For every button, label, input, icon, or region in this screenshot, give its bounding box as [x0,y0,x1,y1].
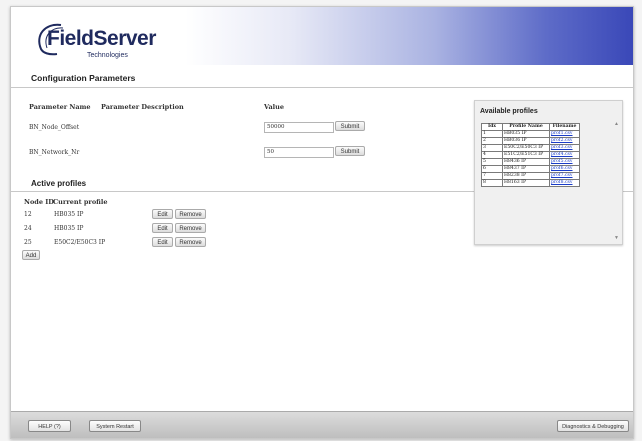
config-divider [11,87,633,88]
table-row: 3 E50C2/E50C3 IP prof3.csv [481,144,580,152]
filename-link[interactable]: prof6.csv [549,165,580,173]
idx-cell: 7 [481,172,503,180]
current-profile: HB035 IP [54,225,84,232]
add-button[interactable]: Add [22,250,40,260]
current-profile: E50C2/E50C3 IP [54,239,106,246]
node-id: 24 [24,225,32,232]
param-description-header: Parameter Description [101,103,184,111]
filename-link[interactable]: prof2.csv [549,137,580,145]
table-row: 2 HB036 IP prof2.csv [481,137,580,145]
profile-name-cell: HB036 IP [502,137,550,145]
submit-button[interactable]: Submit [335,121,365,131]
active-profiles-title: Active profiles [31,179,87,188]
profile-name-cell: E50C2/E50C3 IP [502,144,550,152]
logo-name: FieldServer [47,27,156,50]
param-value-input[interactable]: 50000 [264,122,334,133]
idx-cell: 4 [481,151,503,159]
header-banner: FieldServer Technologies [11,7,633,65]
filename-link[interactable]: prof5.csv [549,158,580,166]
param-name: BN_Network_Nr [29,149,80,156]
edit-button[interactable]: Edit [152,223,173,233]
profile-name-cell: H8163 IP [502,179,550,187]
idx-cell: 1 [481,130,503,138]
footer-bar: HELP (?) System Restart Diagnostics & De… [11,411,633,438]
scroll-up-icon[interactable]: ▲ [614,121,619,127]
param-value-input[interactable]: 50 [264,147,334,158]
available-profiles-panel: Available profiles ▲ ▼ Idx Profile Name … [474,100,623,245]
profile-name-cell: H8436 IP [502,158,550,166]
edit-button[interactable]: Edit [152,209,173,219]
param-name-header: Parameter Name [29,103,91,111]
param-name: BN_Node_Offset [29,124,80,131]
idx-cell: 2 [481,137,503,145]
table-row: 6 H8437 IP prof6.csv [481,165,580,173]
available-profiles-table: Idx Profile Name Filename 1 HB035 IP pro… [481,123,580,187]
table-row: 8 H8163 IP prof8.csv [481,179,580,187]
profile-name-header: Profile Name [502,123,550,131]
table-header-row: Idx Profile Name Filename [481,123,580,131]
idx-header: Idx [481,123,503,131]
value-header: Value [264,103,284,111]
remove-button[interactable]: Remove [175,209,206,219]
idx-cell: 6 [481,165,503,173]
current-profile-header: Current profile [53,198,108,206]
logo-tagline: Technologies [87,52,128,59]
node-id-header: Node ID [24,198,54,206]
table-row: 7 H8238 IP prof7.csv [481,172,580,180]
remove-button[interactable]: Remove [175,237,206,247]
scroll-down-icon[interactable]: ▼ [614,235,619,241]
filename-header: Filename [549,123,580,131]
help-button[interactable]: HELP (?) [28,420,71,432]
table-row: 1 HB035 IP prof1.csv [481,130,580,138]
submit-button[interactable]: Submit [335,146,365,156]
diagnostics-button[interactable]: Diagnostics & Debugging [557,420,629,432]
config-title: Configuration Parameters [31,73,136,83]
idx-cell: 8 [481,179,503,187]
node-id: 25 [24,239,32,246]
current-profile: HB035 IP [54,211,84,218]
idx-cell: 3 [481,144,503,152]
filename-link[interactable]: prof7.csv [549,172,580,180]
available-profiles-title: Available profiles [480,108,538,115]
filename-link[interactable]: prof4.csv [549,151,580,159]
filename-link[interactable]: prof8.csv [549,179,580,187]
profile-name-cell: HB035 IP [502,130,550,138]
profile-name-cell: H8238 IP [502,172,550,180]
idx-cell: 5 [481,158,503,166]
table-row: 5 H8436 IP prof5.csv [481,158,580,166]
profile-name-cell: E51C2/E51C3 IP [502,151,550,159]
app-frame: FieldServer Technologies Configuration P… [10,6,634,439]
remove-button[interactable]: Remove [175,223,206,233]
node-id: 12 [24,211,32,218]
table-row: 4 E51C2/E51C3 IP prof4.csv [481,151,580,159]
filename-link[interactable]: prof3.csv [549,144,580,152]
filename-link[interactable]: prof1.csv [549,130,580,138]
system-restart-button[interactable]: System Restart [89,420,141,432]
edit-button[interactable]: Edit [152,237,173,247]
profile-name-cell: H8437 IP [502,165,550,173]
